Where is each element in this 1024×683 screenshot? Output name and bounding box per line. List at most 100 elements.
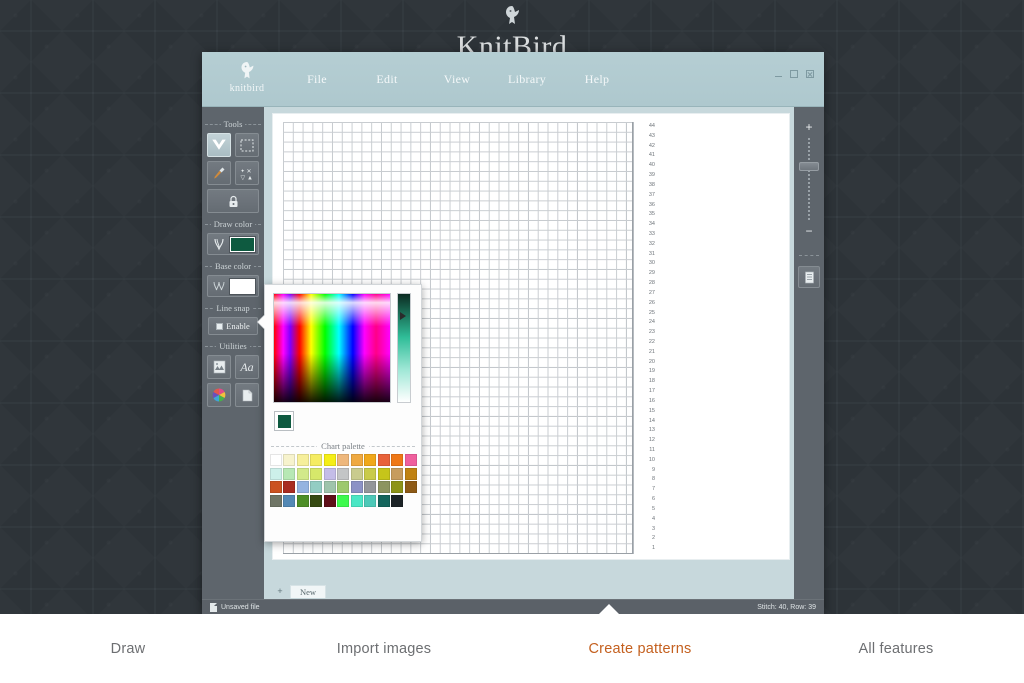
app-logo[interactable]: knitbird: [216, 56, 278, 106]
brightness-slider-cursor[interactable]: [400, 312, 406, 320]
group-label-utilities-text: Utilities: [216, 341, 250, 351]
palette-swatch[interactable]: [391, 454, 403, 466]
row-number: 44: [648, 123, 655, 129]
palette-swatch[interactable]: [377, 494, 390, 507]
palette-swatch[interactable]: [350, 481, 363, 493]
row-number: 6: [651, 496, 655, 503]
palette-swatch[interactable]: [323, 467, 336, 480]
svg-text:✦: ✦: [241, 168, 245, 174]
bird-logo-icon: [506, 6, 519, 24]
hue-saturation-field[interactable]: [273, 293, 391, 403]
palette-swatch[interactable]: [296, 481, 309, 493]
palette-swatch[interactable]: [391, 481, 403, 493]
text-tool[interactable]: Aa: [235, 355, 259, 379]
menu-item-view[interactable]: View: [422, 72, 492, 87]
nav-item-all-features[interactable]: All features: [768, 641, 1024, 657]
line-snap-checkbox[interactable]: [216, 322, 224, 330]
image-import-tool[interactable]: [207, 355, 231, 379]
close-button[interactable]: [806, 70, 814, 78]
palette-swatch[interactable]: [337, 454, 349, 466]
document-tool[interactable]: [235, 383, 259, 407]
base-color-chip[interactable]: [229, 277, 256, 295]
palette-swatch[interactable]: [364, 481, 376, 493]
zoom-slider-track[interactable]: [799, 138, 819, 220]
app-logo-text: knitbird: [229, 83, 265, 94]
palette-swatch[interactable]: [364, 494, 376, 507]
palette-swatch[interactable]: [391, 467, 403, 480]
text-Aa-icon: Aa: [240, 359, 254, 374]
palette-swatch[interactable]: [350, 494, 363, 507]
eyedropper-tool[interactable]: [207, 161, 231, 185]
row-number: 19: [648, 368, 655, 375]
palette-swatch[interactable]: [283, 481, 295, 493]
row-number: 32: [648, 240, 655, 247]
row-number: 3: [651, 525, 655, 532]
menu-item-edit[interactable]: Edit: [352, 72, 422, 87]
palette-swatch[interactable]: [310, 481, 322, 493]
base-color-swatch[interactable]: [207, 275, 259, 297]
palette-swatch[interactable]: [269, 454, 282, 466]
row-number: 13: [648, 427, 655, 434]
palette-swatch[interactable]: [323, 494, 336, 507]
lock-tool[interactable]: [207, 189, 259, 213]
draw-color-chip[interactable]: [229, 235, 256, 253]
palette-swatch[interactable]: [337, 494, 349, 507]
palette-swatch[interactable]: [283, 454, 295, 466]
row-number: 23: [648, 329, 655, 336]
palette-swatch[interactable]: [404, 481, 417, 493]
palette-swatch[interactable]: [404, 454, 417, 466]
palette-swatch[interactable]: [310, 467, 322, 480]
palette-swatch[interactable]: [283, 494, 295, 507]
zoom-out-button[interactable]: −: [802, 225, 816, 237]
palette-swatch[interactable]: [323, 481, 336, 493]
palette-swatch[interactable]: [337, 481, 349, 493]
app-body: Tools ✦ ✕ ▽ ▲ Draw color Base color Line…: [202, 107, 824, 614]
palette-swatch[interactable]: [377, 467, 390, 480]
nav-item-draw[interactable]: Draw: [0, 641, 256, 657]
select-region-tool[interactable]: [235, 133, 259, 157]
maximize-button[interactable]: [790, 70, 798, 78]
palette-swatch[interactable]: [310, 454, 322, 466]
zoom-in-button[interactable]: +: [802, 121, 816, 133]
palette-swatch[interactable]: [269, 467, 282, 480]
palette-swatch[interactable]: [283, 467, 295, 480]
palette-swatch[interactable]: [377, 481, 390, 493]
magic-wand-tool[interactable]: ✦ ✕ ▽ ▲: [235, 161, 259, 185]
color-wheel-tool[interactable]: [207, 383, 231, 407]
menu-item-file[interactable]: File: [282, 72, 352, 87]
document-icon: [210, 602, 217, 612]
minimize-button[interactable]: [775, 71, 782, 77]
palette-swatch[interactable]: [377, 454, 390, 466]
palette-swatch[interactable]: [296, 467, 309, 480]
palette-swatch[interactable]: [296, 454, 309, 466]
palette-swatch[interactable]: [269, 481, 282, 493]
line-snap-enable-toggle[interactable]: Enable: [208, 317, 258, 335]
picked-color-chip: [277, 414, 291, 428]
chart-tab-new[interactable]: New: [290, 585, 327, 598]
palette-swatch[interactable]: [364, 467, 376, 480]
palette-swatch[interactable]: [404, 467, 417, 480]
palette-swatch[interactable]: [323, 454, 336, 466]
nav-item-create-patterns[interactable]: Create patterns: [512, 641, 768, 657]
rail-document-button[interactable]: [798, 266, 820, 288]
menu-item-library[interactable]: Library: [492, 72, 562, 87]
row-number: 35: [648, 211, 655, 218]
palette-swatch[interactable]: [296, 494, 309, 507]
zoom-rail: + −: [794, 107, 824, 584]
palette-swatch[interactable]: [350, 454, 363, 466]
zoom-slider-thumb[interactable]: [799, 162, 819, 171]
add-chart-tab-button[interactable]: +: [274, 586, 286, 597]
menu-item-help[interactable]: Help: [562, 72, 632, 87]
palette-swatch[interactable]: [364, 454, 376, 466]
nav-item-import-images[interactable]: Import images: [256, 641, 512, 657]
pick-stitch-tool[interactable]: [207, 133, 231, 157]
palette-swatch[interactable]: [269, 494, 282, 507]
row-number: 17: [648, 388, 655, 395]
brightness-slider[interactable]: [397, 293, 411, 403]
palette-swatch[interactable]: [350, 467, 363, 480]
palette-swatch[interactable]: [391, 494, 403, 507]
svg-text:▽: ▽: [241, 175, 246, 180]
draw-color-swatch[interactable]: [207, 233, 259, 255]
palette-swatch[interactable]: [337, 467, 349, 480]
palette-swatch[interactable]: [310, 494, 322, 507]
